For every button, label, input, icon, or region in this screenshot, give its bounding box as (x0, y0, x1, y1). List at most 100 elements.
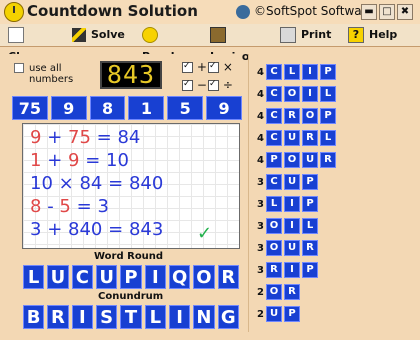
divide-operator-option[interactable]: ÷ (208, 78, 233, 92)
word-round-label: Word Round (94, 251, 164, 262)
minus-checkbox[interactable] (182, 79, 193, 91)
solve-button[interactable]: Solve (72, 24, 130, 46)
result-letter-tile: U (284, 130, 300, 146)
result-letter-tile: I (284, 196, 300, 212)
result-word-row[interactable]: 4 CLIP (257, 64, 338, 80)
minus-operator-option[interactable]: − (182, 78, 207, 92)
softspot-icon (236, 5, 250, 19)
letter-tile[interactable]: Q (168, 265, 191, 289)
number-tile[interactable]: 75 (12, 96, 48, 120)
result-letter-tile: C (266, 174, 282, 190)
letter-tile[interactable]: T (120, 305, 142, 329)
solution-operator: + (47, 219, 63, 240)
result-letter-tile: P (320, 108, 336, 124)
divide-checkbox[interactable] (208, 79, 219, 91)
number-tile[interactable]: 8 (89, 96, 126, 120)
solution-operator: - (47, 196, 54, 217)
use-all-label-2: numbers (29, 74, 74, 85)
solution-operand-a: 3 (30, 219, 42, 240)
letter-tile[interactable]: G (217, 305, 239, 329)
use-all-numbers-option[interactable]: use all numbers (14, 63, 73, 85)
solution-equals: = (108, 173, 124, 194)
result-letter-tile: P (320, 64, 336, 80)
result-letter-tile: P (266, 152, 282, 168)
letter-tile[interactable]: U (95, 265, 118, 289)
letter-tile[interactable]: O (193, 265, 215, 289)
word-round-tiles: L U C U P I Q O R (23, 265, 239, 289)
solution-line: 1 + 9 = 10 (30, 151, 129, 171)
result-word-row[interactable]: 4 CROP (257, 108, 338, 124)
word-length: 4 (257, 66, 264, 78)
maximize-button[interactable]: □ (379, 4, 395, 20)
letter-tile[interactable]: L (23, 265, 45, 289)
times-operator-option[interactable]: × (208, 60, 233, 74)
result-word-row[interactable]: 3 OUR (257, 240, 320, 256)
letter-tile[interactable]: B (23, 305, 45, 329)
number-tile[interactable]: 9 (206, 96, 242, 120)
solution-equals: = (108, 219, 124, 240)
number-tile[interactable]: 1 (128, 96, 165, 120)
result-letter-tile: L (302, 218, 318, 234)
result-letter-tile: R (302, 240, 318, 256)
result-letter-tile: O (266, 240, 282, 256)
result-word-row[interactable]: 2 UP (257, 306, 302, 322)
result-letter-tile: C (266, 108, 282, 124)
title-bar: Countdown Solution ©SoftSpot Software ▬ … (0, 0, 420, 25)
use-all-checkbox[interactable] (14, 63, 24, 73)
letter-tile[interactable]: I (168, 305, 191, 329)
word-length: 4 (257, 88, 264, 100)
lexicon-button[interactable]: Lexicon (210, 24, 270, 63)
result-letter-tile: O (284, 86, 300, 102)
letter-tile[interactable]: S (95, 305, 118, 329)
target-number-display: 843 (100, 61, 162, 89)
result-letter-tile: R (284, 108, 300, 124)
plus-operator-option[interactable]: + (182, 60, 207, 74)
letter-tile[interactable]: N (193, 305, 215, 329)
plus-checkbox[interactable] (182, 61, 193, 73)
solution-line: 8 - 5 = 3 (30, 197, 109, 217)
word-length: 3 (257, 242, 264, 254)
result-word-row[interactable]: 4 CURL (257, 130, 338, 146)
result-word-row[interactable]: 3 OIL (257, 218, 320, 234)
solution-line: 9 + 75 = 84 (30, 128, 140, 148)
number-tile[interactable]: 5 (167, 96, 204, 120)
letter-tile[interactable]: R (47, 305, 69, 329)
number-tile[interactable]: 9 (50, 96, 87, 120)
letter-tile[interactable]: P (120, 265, 142, 289)
clear-button[interactable]: Clear (8, 24, 56, 63)
letter-tile[interactable]: R (217, 265, 239, 289)
puzzle-button[interactable]: Puzzle (142, 24, 202, 63)
result-letter-tile: R (284, 284, 300, 300)
solution-line: 10 × 84 = 840 (30, 174, 163, 194)
help-button[interactable]: ? Help (348, 24, 400, 46)
result-word-row[interactable]: 4 POUR (257, 152, 338, 168)
result-letter-tile: R (266, 262, 282, 278)
result-letter-tile: L (320, 86, 336, 102)
solution-line: 3 + 840 = 843 (30, 220, 163, 240)
letter-tile[interactable]: C (71, 265, 93, 289)
close-button[interactable]: ✖ (397, 4, 413, 20)
letter-tile[interactable]: U (47, 265, 69, 289)
letter-tile[interactable]: I (144, 265, 166, 289)
result-letter-tile: L (284, 64, 300, 80)
result-word-row[interactable]: 3 CUP (257, 174, 320, 190)
solution-operator: + (47, 127, 63, 148)
word-length: 2 (257, 286, 264, 298)
letter-tile[interactable]: I (71, 305, 93, 329)
solution-operand-a: 9 (30, 127, 42, 148)
word-length: 3 (257, 176, 264, 188)
result-word-row[interactable]: 4 COIL (257, 86, 338, 102)
times-checkbox[interactable] (208, 61, 219, 73)
result-letter-tile: O (266, 218, 282, 234)
word-length: 4 (257, 132, 264, 144)
print-button[interactable]: Print (280, 24, 332, 46)
use-all-label-1: use all (29, 63, 62, 74)
lightbulb-icon (142, 27, 158, 43)
result-word-row[interactable]: 2 OR (257, 284, 302, 300)
result-word-row[interactable]: 3 LIP (257, 196, 320, 212)
minimize-button[interactable]: ▬ (361, 4, 377, 20)
solution-operand-b: 9 (68, 150, 80, 171)
word-length: 4 (257, 154, 264, 166)
result-word-row[interactable]: 3 RIP (257, 262, 320, 278)
letter-tile[interactable]: L (144, 305, 166, 329)
